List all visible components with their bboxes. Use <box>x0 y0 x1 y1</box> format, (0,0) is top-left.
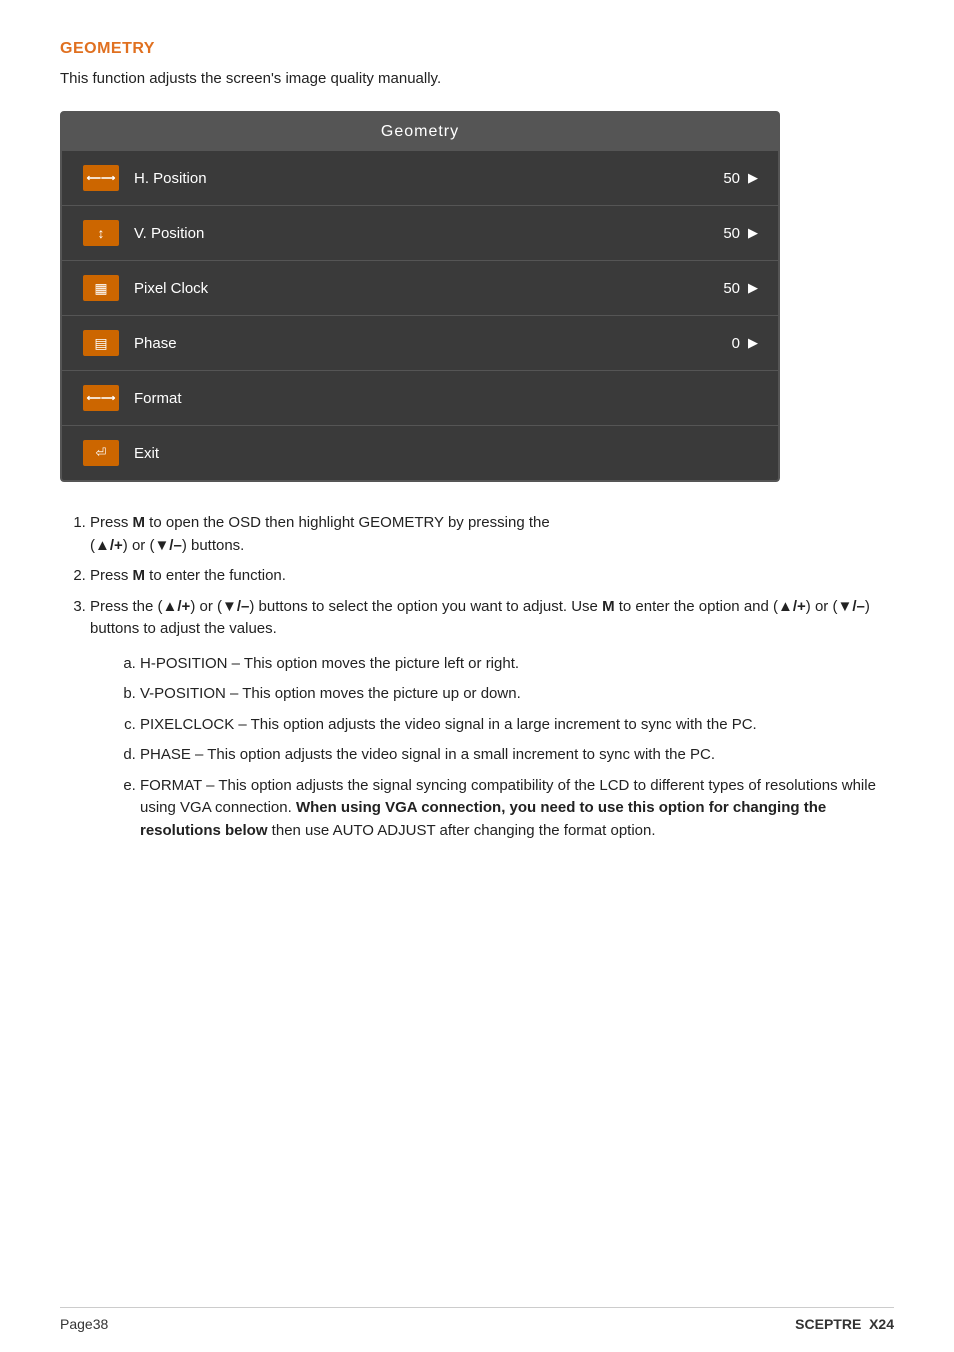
step1-bold-m: M <box>133 514 146 531</box>
phase-arrow: ▶ <box>748 335 758 351</box>
osd-item-exit: Exit <box>62 426 778 480</box>
sub-item-b: V-POSITION – This option moves the pictu… <box>140 683 894 706</box>
instructions: Press M to open the OSD then highlight G… <box>60 512 894 842</box>
pixel-clock-label: Pixel Clock <box>134 280 710 297</box>
phase-icon <box>82 328 120 358</box>
page-content: GEOMETRY This function adjusts the scree… <box>0 0 954 938</box>
format-label: Format <box>134 390 758 407</box>
step1-bold-up: ▲/+ <box>95 537 123 554</box>
osd-menu-title: Geometry <box>62 113 778 151</box>
osd-item-h-position: H. Position 50 ▶ <box>62 151 778 206</box>
step3-bold-down2: ▼/– <box>837 598 864 615</box>
v-position-label: V. Position <box>134 225 710 242</box>
exit-label: Exit <box>134 445 758 462</box>
format-icon <box>82 383 120 413</box>
phase-value: 0 <box>710 335 740 352</box>
h-position-icon <box>82 163 120 193</box>
phase-label: Phase <box>134 335 710 352</box>
pixel-clock-value: 50 <box>710 280 740 297</box>
step3-bold-down: ▼/– <box>222 598 249 615</box>
exit-icon <box>82 438 120 468</box>
h-position-label: H. Position <box>134 170 710 187</box>
pixel-clock-icon <box>82 273 120 303</box>
step-3: Press the (▲/+) or (▼/–) buttons to sele… <box>90 596 894 843</box>
sub-item-e: FORMAT – This option adjusts the signal … <box>140 775 894 843</box>
v-position-value: 50 <box>710 225 740 242</box>
sub-item-d: PHASE – This option adjusts the video si… <box>140 744 894 767</box>
step3-bold-up2: ▲/+ <box>778 598 806 615</box>
osd-item-phase: Phase 0 ▶ <box>62 316 778 371</box>
osd-item-pixel-clock: Pixel Clock 50 ▶ <box>62 261 778 316</box>
sub-items-list: H-POSITION – This option moves the pictu… <box>140 653 894 843</box>
step2-bold-m: M <box>133 567 146 584</box>
osd-item-format: Format <box>62 371 778 426</box>
step-1: Press M to open the OSD then highlight G… <box>90 512 894 557</box>
osd-item-v-position: V. Position 50 ▶ <box>62 206 778 261</box>
footer-page-number: Page38 <box>60 1316 108 1332</box>
step3-bold-m: M <box>602 598 615 615</box>
h-position-value: 50 <box>710 170 740 187</box>
page-footer: Page38 SCEPTRE X24 <box>60 1307 894 1332</box>
step1-bold-down: ▼/– <box>154 537 181 554</box>
section-title: GEOMETRY <box>60 40 894 58</box>
steps-list: Press M to open the OSD then highlight G… <box>90 512 894 842</box>
h-position-arrow: ▶ <box>748 170 758 186</box>
step3-bold-up: ▲/+ <box>163 598 191 615</box>
format-bold-note: When using VGA connection, you need to u… <box>140 799 826 839</box>
v-position-icon <box>82 218 120 248</box>
step-2: Press M to enter the function. <box>90 565 894 588</box>
pixel-clock-arrow: ▶ <box>748 280 758 296</box>
osd-menu: Geometry H. Position 50 ▶ V. Position 50… <box>60 111 780 482</box>
sub-item-a: H-POSITION – This option moves the pictu… <box>140 653 894 676</box>
section-description: This function adjusts the screen's image… <box>60 70 894 87</box>
footer-brand: SCEPTRE X24 <box>795 1316 894 1332</box>
v-position-arrow: ▶ <box>748 225 758 241</box>
sub-item-c: PIXELCLOCK – This option adjusts the vid… <box>140 714 894 737</box>
